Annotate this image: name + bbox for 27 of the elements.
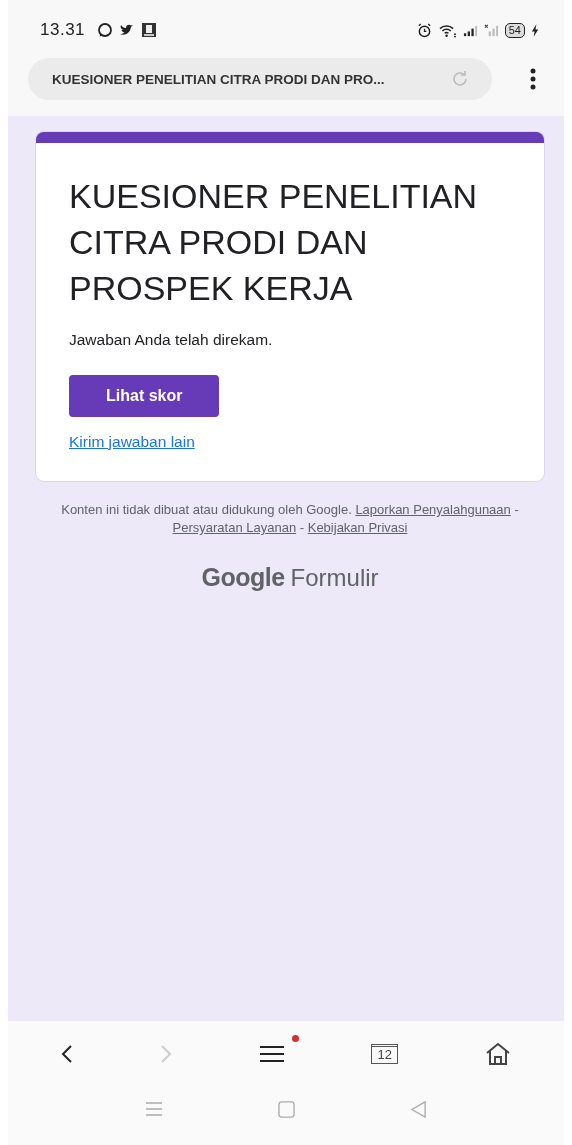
terms-link[interactable]: Persyaratan Layanan: [172, 520, 297, 535]
home-icon[interactable]: [484, 1042, 511, 1066]
back-icon[interactable]: [61, 1044, 74, 1064]
disclaimer-text: Konten ini tidak dibuat atau didukung oleh Google. Laporkan Penyalahgunaan - Persyaratan Layanan - Kebijakan Privasi: [60, 501, 520, 537]
submit-another-link[interactable]: Kirim jawaban lain: [69, 433, 195, 451]
app-icon: [141, 22, 158, 38]
tabs-button[interactable]: 12: [371, 1044, 398, 1064]
wifi-icon: [437, 22, 457, 38]
reload-icon[interactable]: [450, 69, 470, 89]
view-score-button[interactable]: Lihat skor: [69, 375, 220, 417]
product-name: Formulir: [290, 564, 379, 592]
report-abuse-link[interactable]: Laporkan Penyalahgunaan: [355, 502, 511, 517]
status-time: 13.31: [40, 20, 86, 40]
confirmation-message: Jawaban Anda telah direkam.: [69, 331, 273, 349]
alarm-icon: [416, 22, 432, 38]
signal-icon: [483, 22, 499, 38]
menu-icon[interactable]: [258, 1044, 285, 1064]
battery-level: 54: [504, 22, 525, 38]
address-bar[interactable]: KUESIONER PENELITIAN CITRA PRODI DAN PRO...: [28, 58, 492, 100]
brand-logo: Google: [201, 563, 285, 592]
form-title: KUESIONER PENELITIAN CITRA PRODI DAN PROSPEK KERJA: [69, 176, 479, 309]
home-square-icon[interactable]: [278, 1100, 295, 1118]
bird-icon: [119, 22, 136, 38]
chat-icon: [97, 22, 114, 38]
more-options-icon[interactable]: [530, 68, 536, 90]
back-triangle-icon[interactable]: [410, 1100, 427, 1118]
privacy-link[interactable]: Kebijakan Privasi: [307, 520, 408, 535]
